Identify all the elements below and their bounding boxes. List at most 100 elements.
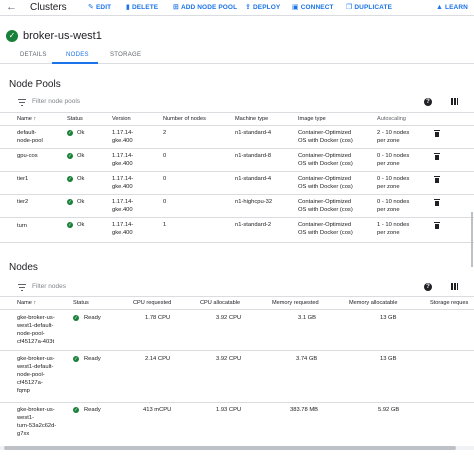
column-header-number-of-nodes: Number of nodes (163, 116, 206, 122)
deploy-button[interactable]: ⇪ DEPLOY (245, 0, 280, 15)
version: 1.17.14- gke.400 (112, 222, 134, 236)
column-header-name[interactable]: Name ↑ (17, 300, 36, 306)
memory-requested: 3.1 GB (298, 315, 317, 321)
column-header-cpu-requested: CPU requested (133, 300, 172, 306)
back-arrow-icon[interactable]: ← (6, 0, 17, 15)
page-title: broker-us-west1 (23, 30, 102, 42)
check-circle-icon: ✓ (73, 315, 79, 321)
image-type: Container-Optimized OS with Docker (cos) (298, 153, 353, 167)
check-circle-icon: ✓ (73, 356, 79, 362)
column-display-icon[interactable] (451, 98, 458, 105)
help-icon[interactable]: ? (424, 283, 432, 291)
image-type: Container-Optimized OS with Docker (cos) (298, 199, 353, 213)
school-icon: ▲ (436, 4, 444, 11)
status-text: Ok (77, 130, 85, 136)
terminal-icon: ▣ (292, 4, 299, 11)
node-pools-heading: Node Pools (9, 79, 61, 90)
column-header-image-type: Image type (298, 116, 326, 122)
node-name[interactable]: gke-broker-us- west1-default- node-pool-… (17, 314, 55, 346)
add-box-icon: ⊞ (173, 4, 179, 11)
version: 1.17.14- gke.400 (112, 130, 134, 144)
column-header-machine-type: Machine type (235, 116, 269, 122)
vertical-scrollbar[interactable] (470, 16, 474, 446)
table-row: gke-broker-us- west1- turn-53a2c62d- g7x… (0, 403, 474, 445)
page-breadcrumb: Clusters (30, 2, 67, 13)
add-node-pool-button[interactable]: ⊞ ADD NODE POOL (173, 0, 237, 15)
node-pool-name[interactable]: default- node-pool (17, 129, 43, 145)
autoscaling: 0 - 10 nodes per zone (377, 199, 410, 213)
node-pools-filter-bar: Filter node pools ? (0, 98, 474, 110)
filter-icon[interactable] (18, 283, 26, 291)
node-pool-name[interactable]: gpu-cos (17, 152, 38, 160)
trash-icon: ▮ (126, 4, 130, 11)
duplicate-button[interactable]: ❐ DUPLICATE (346, 0, 392, 15)
table-row: turn ✓ Ok 1.17.14- gke.400 1 n1-standard… (0, 218, 474, 243)
table-row: gke-broker-us- west1-default- node-pool-… (0, 351, 474, 403)
memory-allocatable: 13 GB (380, 315, 397, 321)
sort-up-arrow-icon: ↑ (33, 116, 37, 122)
scrollbar-thumb[interactable] (471, 212, 473, 267)
column-header-name[interactable]: Name ↑ (17, 116, 36, 122)
tab-nodes[interactable]: NODES (66, 52, 89, 58)
check-circle-icon: ✓ (67, 130, 73, 136)
machine-type: n1-standard-4 (235, 130, 272, 136)
tab-details[interactable]: DETAILS (20, 52, 47, 58)
node-pool-name[interactable]: tier1 (17, 175, 28, 183)
version: 1.17.14- gke.400 (112, 153, 134, 167)
cpu-requested: 2.14 CPU (145, 356, 171, 362)
node-name[interactable]: gke-broker-us- west1-default- node-pool-… (17, 355, 55, 395)
machine-type: n1-standard-2 (235, 222, 272, 228)
delete-row-icon[interactable] (434, 176, 440, 183)
status-text: Ready (84, 356, 101, 362)
cpu-allocatable: 1.93 CPU (216, 407, 242, 413)
nodes-filter-input[interactable]: Filter nodes (32, 283, 66, 290)
column-header-cpu-allocatable: CPU allocatable (200, 300, 241, 306)
scrollbar-thumb[interactable] (4, 446, 456, 450)
tab-storage[interactable]: STORAGE (110, 52, 141, 58)
cpu-allocatable: 3.92 CPU (216, 356, 242, 362)
status-text: Ok (77, 153, 85, 159)
delete-row-icon[interactable] (434, 222, 440, 229)
nodes-heading: Nodes (9, 262, 38, 273)
column-display-icon[interactable] (451, 283, 458, 290)
column-header-version: Version (112, 116, 131, 122)
learn-button[interactable]: ▲ LEARN (436, 0, 468, 15)
cpu-allocatable: 3.92 CPU (216, 315, 242, 321)
nodes-filter-bar: Filter nodes ? (0, 283, 474, 295)
node-name[interactable]: gke-broker-us- west1- turn-53a2c62d- g7x… (17, 406, 56, 438)
active-tab-indicator (52, 62, 98, 64)
edit-button[interactable]: ✎ EDIT (88, 0, 111, 15)
horizontal-scrollbar[interactable] (0, 446, 474, 450)
column-header-status: Status (73, 300, 89, 306)
node-count: 0 (163, 153, 167, 159)
status-text: Ready (84, 315, 101, 321)
nodes-table-header: Name ↑ Status CPU requested CPU allocata… (0, 296, 474, 310)
node-pools-filter-input[interactable]: Filter node pools (32, 98, 80, 105)
help-icon[interactable]: ? (424, 98, 432, 106)
filter-icon[interactable] (18, 98, 26, 106)
connect-button[interactable]: ▣ CONNECT (292, 0, 334, 15)
memory-allocatable: 13 GB (380, 356, 397, 362)
check-circle-icon: ✓ (73, 407, 79, 413)
node-pool-name[interactable]: tier2 (17, 198, 28, 206)
image-type: Container-Optimized OS with Docker (cos) (298, 222, 353, 236)
autoscaling: 0 - 10 nodes per zone (377, 176, 410, 190)
memory-requested: 3.74 GB (296, 356, 318, 362)
delete-button[interactable]: ▮ DELETE (126, 0, 158, 15)
column-header-autoscaling: Autoscaling (377, 116, 406, 122)
node-count: 0 (163, 176, 167, 182)
autoscaling: 1 - 10 nodes per zone (377, 222, 410, 236)
node-count: 0 (163, 199, 167, 205)
image-type: Container-Optimized OS with Docker (cos) (298, 130, 353, 144)
delete-row-icon[interactable] (434, 153, 440, 160)
delete-row-icon[interactable] (434, 130, 440, 137)
upload-icon: ⇪ (245, 4, 251, 11)
pencil-icon: ✎ (88, 4, 94, 11)
cpu-requested: 1.78 CPU (145, 315, 171, 321)
status-text: Ok (77, 199, 85, 205)
check-circle-icon: ✓ (67, 199, 73, 205)
node-pool-name[interactable]: turn (17, 222, 27, 230)
table-row: tier2 ✓ Ok 1.17.14- gke.400 0 n1-highcpu… (0, 195, 474, 218)
delete-row-icon[interactable] (434, 199, 440, 206)
machine-type: n1-standard-8 (235, 153, 272, 159)
